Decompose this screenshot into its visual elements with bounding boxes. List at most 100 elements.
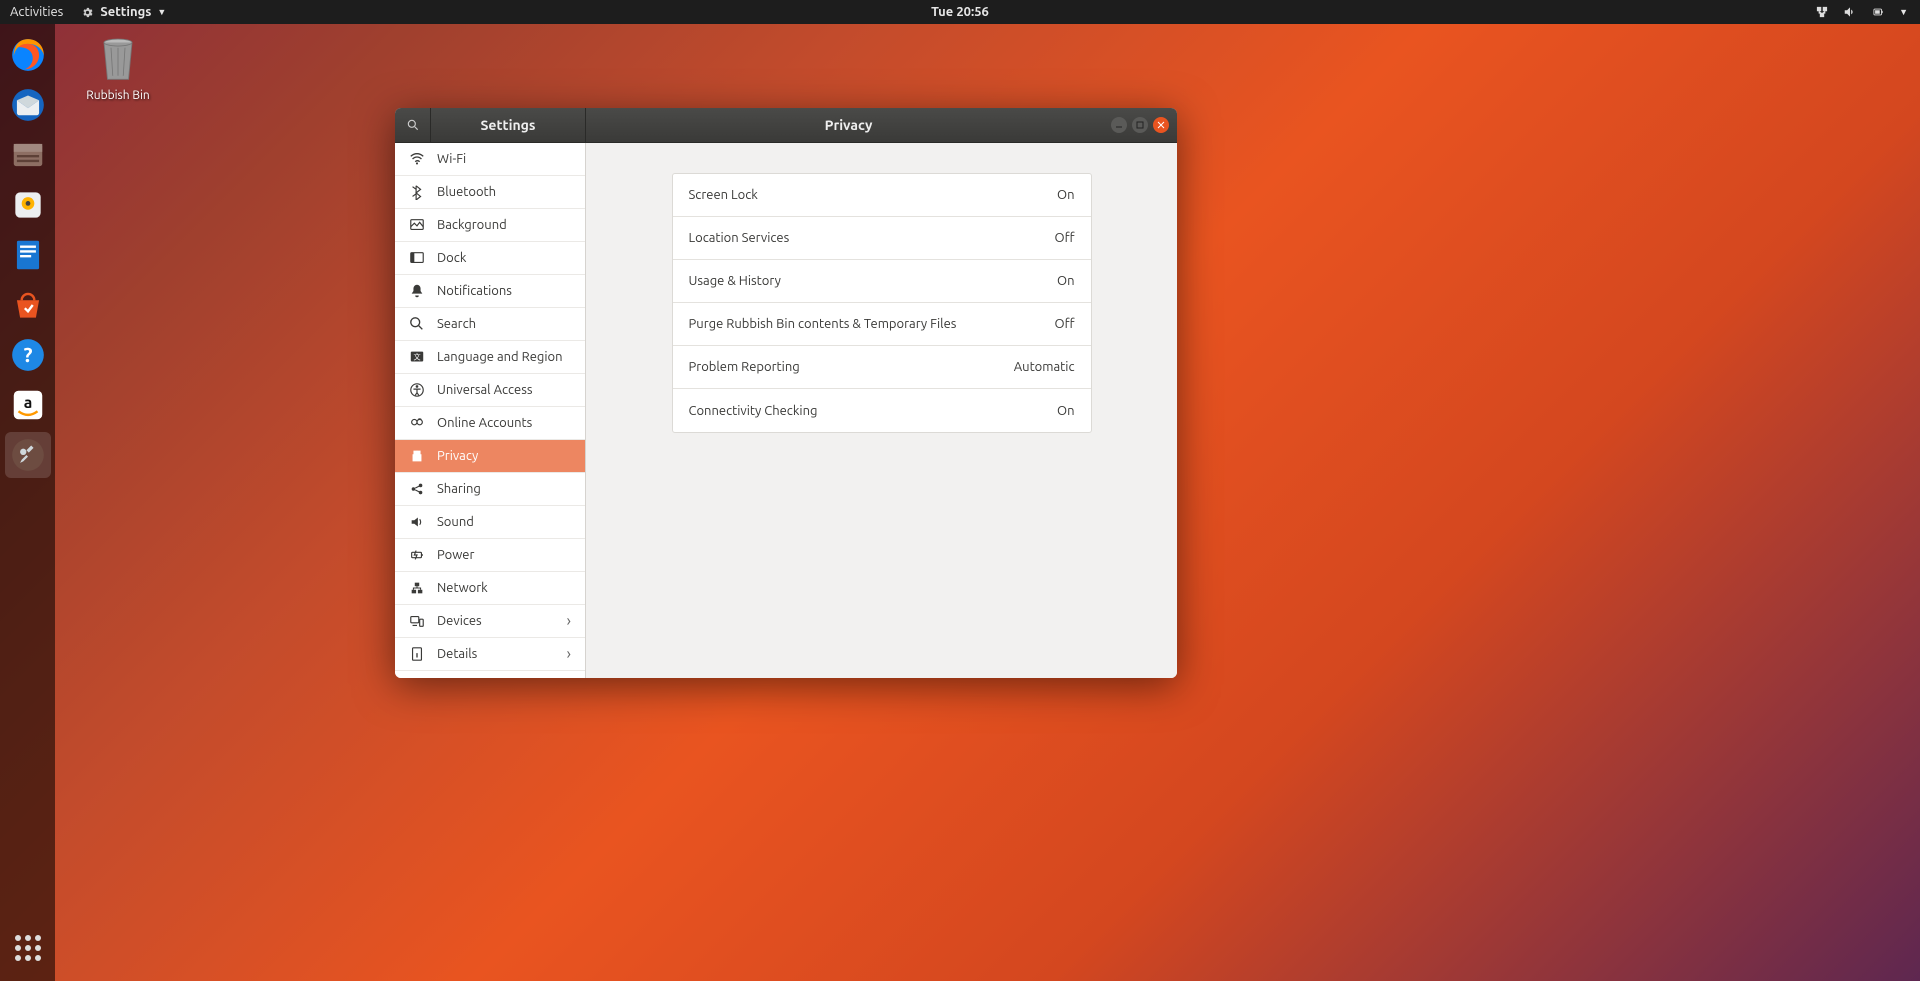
sidebar-item-background[interactable]: Background [395, 209, 585, 242]
privacy-row[interactable]: Purge Rubbish Bin contents & Temporary F… [673, 303, 1091, 346]
setting-value: On [1057, 188, 1075, 202]
chevron-right-icon: › [567, 645, 572, 663]
sidebar-item-label: Language and Region [437, 350, 563, 364]
trash-icon [97, 35, 139, 85]
desktop-icon-label: Rubbish Bin [78, 89, 158, 102]
background-icon [409, 217, 425, 233]
accessibility-icon [409, 382, 425, 398]
sidebar-item-privacy[interactable]: Privacy [395, 440, 585, 473]
setting-value: On [1057, 274, 1075, 288]
dock-thunderbird[interactable] [5, 82, 51, 128]
search-icon [409, 316, 425, 332]
dock-icon [409, 250, 425, 266]
dock-writer[interactable] [5, 232, 51, 278]
sidebar-item-power[interactable]: Power [395, 539, 585, 572]
sidebar-item-accounts[interactable]: Online Accounts [395, 407, 585, 440]
sidebar-item-accessibility[interactable]: Universal Access [395, 374, 585, 407]
svg-text:a: a [23, 393, 32, 411]
chevron-right-icon: › [567, 612, 572, 630]
settings-content: Screen LockOnLocation ServicesOffUsage &… [586, 143, 1177, 678]
top-panel: Activities Settings ▼ Tue 20:56 ▼ [0, 0, 1920, 24]
maximize-button[interactable] [1132, 117, 1148, 133]
sidebar-item-wifi[interactable]: Wi-Fi [395, 143, 585, 176]
headerbar: Settings Privacy [395, 108, 1177, 143]
volume-icon[interactable] [1843, 5, 1857, 19]
show-applications[interactable] [5, 925, 51, 971]
svg-text:文: 文 [413, 353, 420, 362]
sidebar-item-label: Devices [437, 614, 482, 628]
dock-files[interactable] [5, 132, 51, 178]
dock-amazon[interactable]: a [5, 382, 51, 428]
setting-label: Usage & History [689, 274, 781, 288]
sidebar-item-details[interactable]: Details › [395, 638, 585, 671]
system-menu-arrow-icon[interactable]: ▼ [1899, 7, 1908, 17]
setting-label: Problem Reporting [689, 360, 800, 374]
sidebar-item-label: Notifications [437, 284, 512, 298]
privacy-row[interactable]: Problem Reporting Automatic [673, 346, 1091, 389]
header-title-settings: Settings [431, 108, 586, 143]
wifi-icon [409, 151, 425, 167]
apps-grid-icon [15, 935, 41, 961]
dock-firefox[interactable] [5, 32, 51, 78]
sidebar-item-network[interactable]: Network [395, 572, 585, 605]
setting-label: Location Services [689, 231, 790, 245]
dock: ? a [0, 24, 55, 981]
sidebar-item-sound[interactable]: Sound [395, 506, 585, 539]
sidebar-item-search[interactable]: Search [395, 308, 585, 341]
notifications-icon [409, 283, 425, 299]
setting-label: Purge Rubbish Bin contents & Temporary F… [689, 317, 957, 331]
activities-button[interactable]: Activities [10, 5, 63, 19]
close-button[interactable] [1153, 117, 1169, 133]
sidebar-item-label: Details [437, 647, 477, 661]
privacy-row[interactable]: Usage & History On [673, 260, 1091, 303]
privacy-row[interactable]: Screen Lock On [673, 174, 1091, 217]
bluetooth-icon [409, 184, 425, 200]
sidebar-item-label: Wi-Fi [437, 152, 466, 166]
power-icon [409, 547, 425, 563]
setting-label: Connectivity Checking [689, 404, 818, 418]
setting-value: Automatic [1014, 360, 1075, 374]
dock-rhythmbox[interactable] [5, 182, 51, 228]
dock-software[interactable] [5, 282, 51, 328]
sidebar-item-label: Dock [437, 251, 466, 265]
language-icon: 文 [409, 349, 425, 365]
dock-settings[interactable] [5, 432, 51, 478]
sidebar-item-dock[interactable]: Dock [395, 242, 585, 275]
settings-icon [81, 6, 94, 19]
setting-value: Off [1055, 317, 1075, 331]
privacy-row[interactable]: Location ServicesOff [673, 217, 1091, 260]
sidebar-item-bluetooth[interactable]: Bluetooth [395, 176, 585, 209]
minimize-button[interactable] [1111, 117, 1127, 133]
dropdown-arrow-icon: ▼ [157, 7, 166, 17]
sidebar-item-label: Search [437, 317, 476, 331]
privacy-row[interactable]: Connectivity Checking On [673, 389, 1091, 432]
sidebar-item-label: Privacy [437, 449, 478, 463]
privacy-icon [409, 448, 425, 464]
battery-icon[interactable] [1871, 5, 1885, 19]
setting-label: Screen Lock [689, 188, 758, 202]
sidebar-item-sharing[interactable]: Sharing [395, 473, 585, 506]
sidebar-item-label: Background [437, 218, 507, 232]
sidebar-item-label: Universal Access [437, 383, 532, 397]
sidebar-item-notifications[interactable]: Notifications [395, 275, 585, 308]
app-menu[interactable]: Settings ▼ [81, 5, 166, 19]
network-icon[interactable] [1815, 5, 1829, 19]
accounts-icon [409, 415, 425, 431]
sidebar-item-label: Network [437, 581, 488, 595]
clock[interactable]: Tue 20:56 [931, 5, 989, 19]
settings-window: Settings Privacy Wi-Fi Bluetooth Backgroun… [395, 108, 1177, 678]
devices-icon [409, 613, 425, 629]
dock-help[interactable]: ? [5, 332, 51, 378]
desktop-rubbish-bin[interactable]: Rubbish Bin [78, 35, 158, 102]
sidebar-item-devices[interactable]: Devices › [395, 605, 585, 638]
setting-value: On [1057, 404, 1075, 418]
header-title-panel: Privacy [586, 117, 1111, 133]
sidebar-item-label: Online Accounts [437, 416, 532, 430]
header-search-button[interactable] [395, 108, 431, 143]
search-icon [406, 118, 420, 132]
svg-text:?: ? [23, 343, 32, 366]
details-icon [409, 646, 425, 662]
sidebar-item-label: Power [437, 548, 474, 562]
sidebar-item-label: Sound [437, 515, 474, 529]
sidebar-item-language[interactable]: 文 Language and Region [395, 341, 585, 374]
